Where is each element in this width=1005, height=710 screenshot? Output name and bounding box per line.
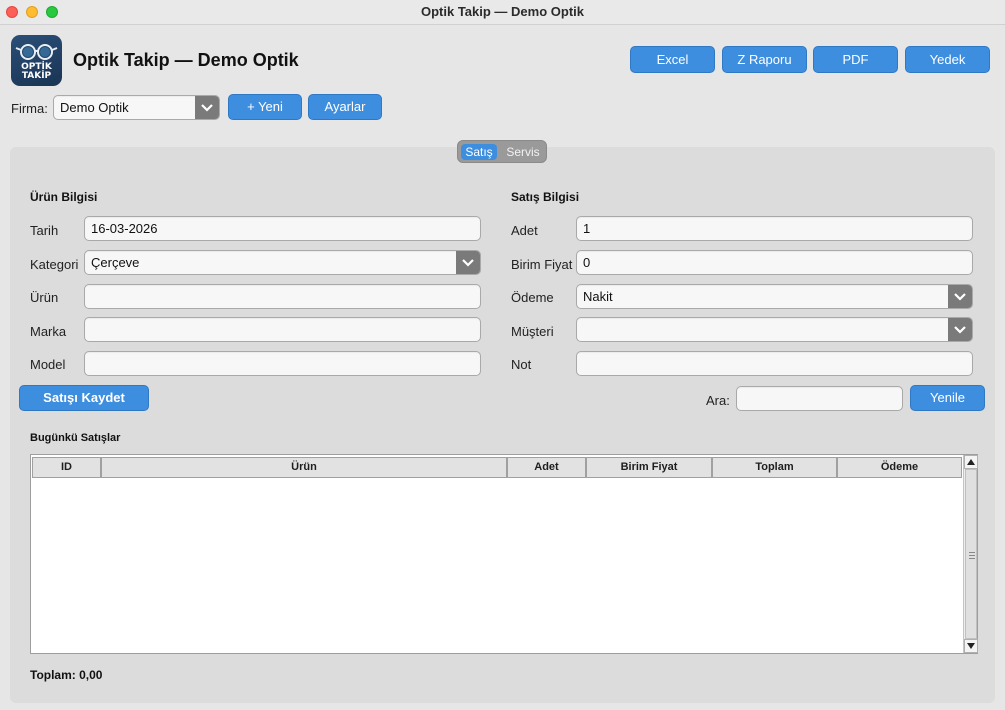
logo-text-line2: TAKİP <box>21 71 52 81</box>
tarih-field[interactable]: 16-03-2026 <box>84 216 481 241</box>
adet-value: 1 <box>583 221 591 236</box>
grip-line <box>969 555 975 556</box>
tarih-label: Tarih <box>30 223 59 238</box>
chevron-down-icon[interactable] <box>456 251 480 274</box>
urun-field[interactable] <box>84 284 481 309</box>
scroll-down-button[interactable] <box>964 639 978 653</box>
odeme-selected-value: Nakit <box>583 289 613 304</box>
tab-switcher: Satış Servis <box>457 140 547 163</box>
pdf-button[interactable]: PDF <box>813 46 898 73</box>
kategori-selected-value: Çerçeve <box>91 255 140 270</box>
sales-table-title: Bugünkü Satışlar <box>30 432 121 444</box>
excel-button[interactable]: Excel <box>630 46 715 73</box>
app-logo: OPTİK TAKİP <box>11 35 62 86</box>
urun-bilgisi-title: Ürün Bilgisi <box>30 190 98 204</box>
grip-line <box>969 558 975 559</box>
z-raporu-button[interactable]: Z Raporu <box>722 46 807 73</box>
logo-text-line1: OPTİK <box>21 62 52 72</box>
grip-line <box>969 552 975 553</box>
minimize-window-button[interactable] <box>26 6 38 18</box>
save-sale-button[interactable]: Satışı Kaydet <box>19 385 149 411</box>
close-window-button[interactable] <box>6 6 18 18</box>
column-header-adet[interactable]: Adet <box>507 457 586 478</box>
marka-field[interactable] <box>84 317 481 342</box>
table-vertical-scrollbar[interactable] <box>963 455 978 653</box>
adet-label: Adet <box>511 223 538 238</box>
birim-fiyat-field[interactable]: 0 <box>576 250 973 275</box>
tarih-value: 16-03-2026 <box>91 221 158 236</box>
tab-satis[interactable]: Satış <box>461 144 497 160</box>
not-field[interactable] <box>576 351 973 376</box>
sales-table[interactable]: ID Ürün Adet Birim Fiyat Toplam Ödeme <box>30 454 978 654</box>
yedek-button[interactable]: Yedek <box>905 46 990 73</box>
scroll-thumb[interactable] <box>965 469 977 639</box>
search-label: Ara: <box>706 393 730 408</box>
refresh-button[interactable]: Yenile <box>910 385 985 411</box>
kategori-label: Kategori <box>30 257 79 272</box>
satis-bilgisi-title: Satış Bilgisi <box>511 190 580 204</box>
column-header-odeme[interactable]: Ödeme <box>837 457 962 478</box>
kategori-select[interactable]: Çerçeve <box>84 250 481 275</box>
urun-label: Ürün <box>30 290 59 305</box>
maximize-window-button[interactable] <box>46 6 58 18</box>
column-header-birim-fiyat[interactable]: Birim Fiyat <box>586 457 712 478</box>
chevron-down-icon[interactable] <box>948 318 972 341</box>
window-title: Optik Takip — Demo Optik <box>420 4 584 19</box>
not-label: Not <box>511 357 532 372</box>
musteri-select[interactable] <box>576 317 973 342</box>
settings-button[interactable]: Ayarlar <box>308 94 382 120</box>
odeme-select[interactable]: Nakit <box>576 284 973 309</box>
marka-label: Marka <box>30 324 67 339</box>
chevron-down-icon[interactable] <box>948 285 972 308</box>
column-header-urun[interactable]: Ürün <box>101 457 507 478</box>
app-title: Optik Takip — Demo Optik <box>73 50 299 70</box>
adet-field[interactable]: 1 <box>576 216 973 241</box>
tab-servis[interactable]: Servis <box>502 144 544 160</box>
model-field[interactable] <box>84 351 481 376</box>
musteri-label: Müşteri <box>511 324 554 339</box>
total-amount: Toplam: 0,00 <box>30 668 103 682</box>
odeme-label: Ödeme <box>511 290 554 305</box>
new-firma-button[interactable]: + Yeni <box>228 94 302 120</box>
triangle-down-icon <box>967 643 975 649</box>
search-input[interactable] <box>736 386 903 411</box>
model-label: Model <box>30 357 66 372</box>
birim-fiyat-label: Birim Fiyat <box>511 257 573 272</box>
firma-select[interactable]: Demo Optik <box>53 95 220 120</box>
column-header-toplam[interactable]: Toplam <box>712 457 837 478</box>
chevron-down-icon[interactable] <box>195 96 219 119</box>
triangle-up-icon <box>967 459 975 465</box>
birim-fiyat-value: 0 <box>583 255 591 270</box>
scroll-up-button[interactable] <box>964 455 978 469</box>
firma-selected-value: Demo Optik <box>60 100 129 115</box>
window-titlebar: Optik Takip — Demo Optik <box>0 0 1005 25</box>
column-header-id[interactable]: ID <box>32 457 101 478</box>
firma-label: Firma: <box>11 101 48 116</box>
